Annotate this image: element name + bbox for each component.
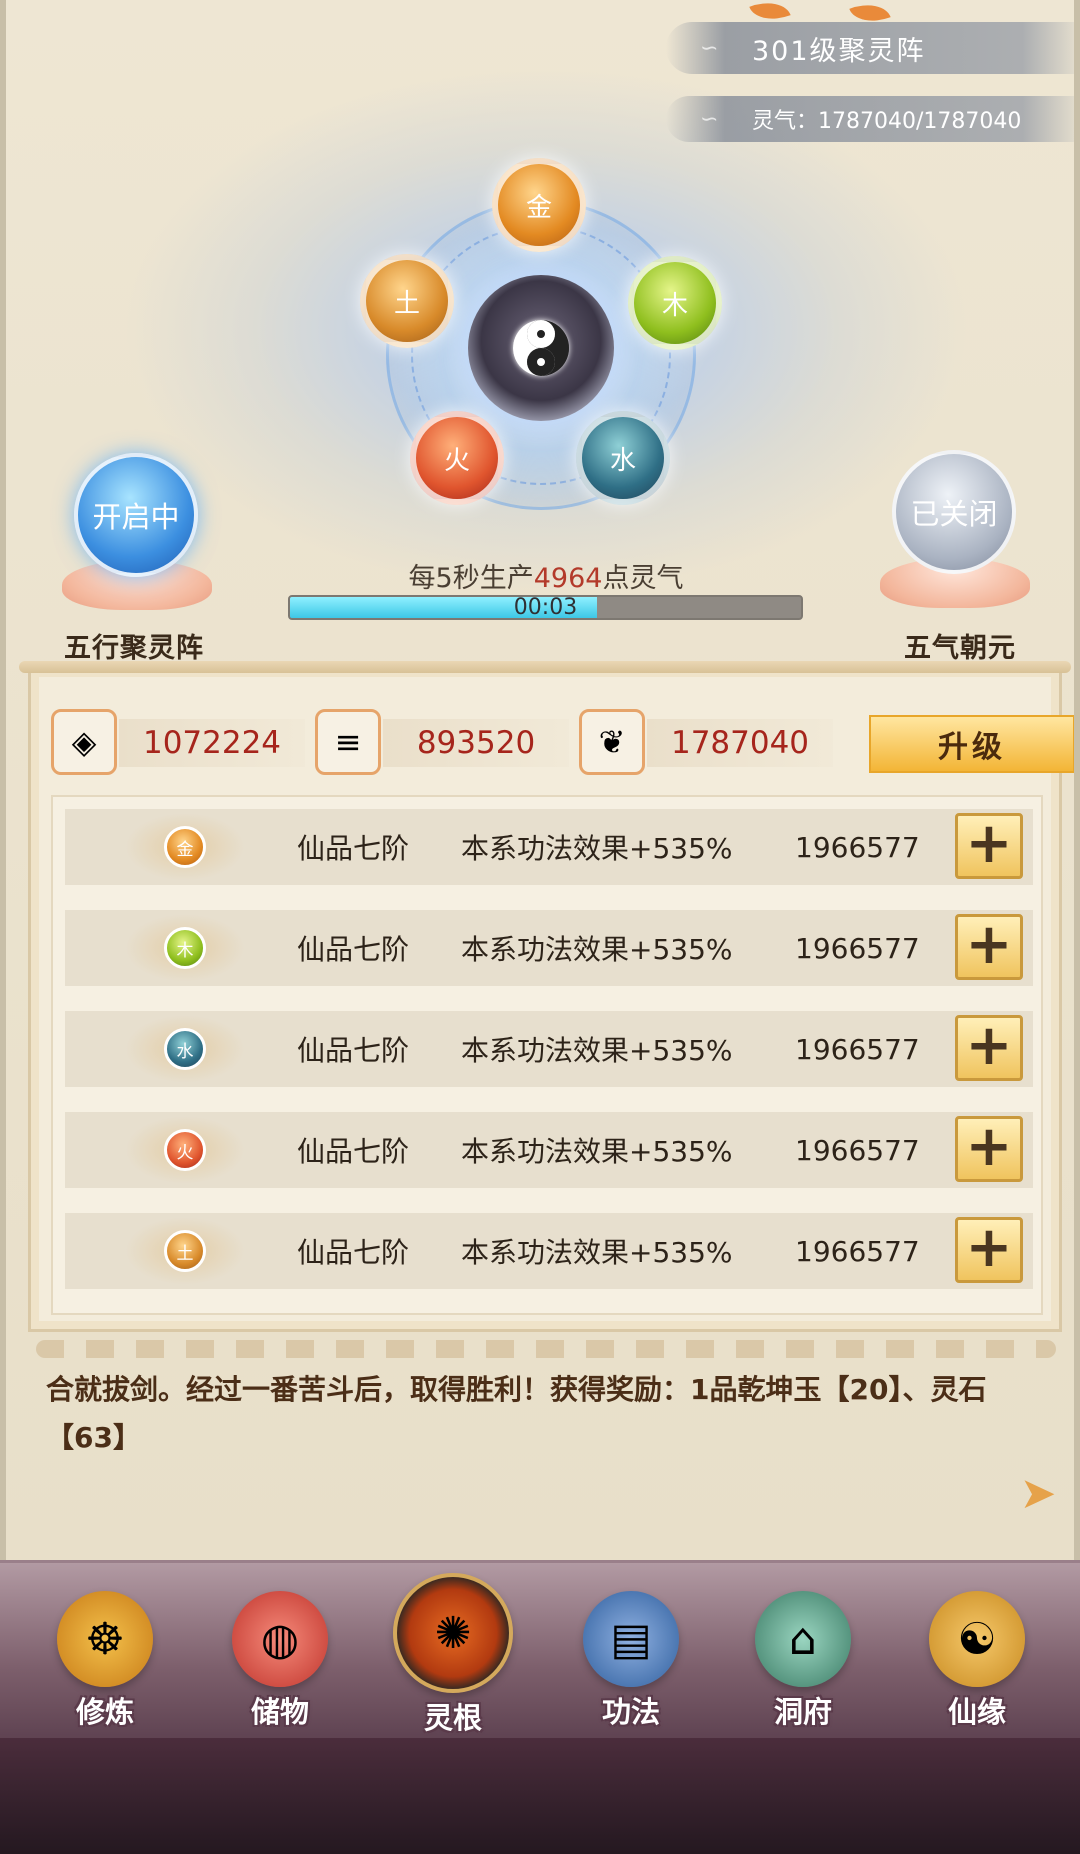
spirit-root-icon: ✺ <box>393 1573 513 1693</box>
nav-item-fate[interactable]: ☯ 仙缘 <box>912 1591 1042 1741</box>
wood-count: 893520 <box>383 719 569 767</box>
bottom-bar <box>0 1738 1080 1854</box>
gourd-icon: ☯ <box>929 1591 1025 1687</box>
row-value: 1966577 <box>795 931 920 965</box>
battle-log-text: 合就拔剑。经过一番苦斗后，取得胜利！获得奖励：1品乾坤玉【20】、灵石【63】 <box>46 1373 987 1454</box>
element-emblem: 木 <box>125 914 245 982</box>
element-emblem: 水 <box>125 1015 245 1083</box>
formation-level-banner: ∽ 301级聚灵阵 <box>666 22 1074 74</box>
herb-leaf-icon: ❦ <box>579 709 645 775</box>
scripture-book-icon: ▤ <box>583 1591 679 1687</box>
formation-scene: ∽ 301级聚灵阵 ∽ 灵气：1787040/1787040 金 木 土 火 水… <box>6 0 1074 670</box>
earth-element-icon: 土 <box>164 1230 206 1272</box>
formation-level-text: 301级聚灵阵 <box>752 35 926 67</box>
wood-logs-icon: ≡ <box>315 709 381 775</box>
add-gold-button[interactable]: + <box>955 813 1023 879</box>
row-effect: 本系功法效果+535% <box>461 1135 733 1168</box>
storage-bag-icon: ◍ <box>232 1591 328 1687</box>
list-item: 火 仙品七阶 本系功法效果+535% 1966577 + <box>65 1112 1033 1188</box>
main-frame: ∽ 301级聚灵阵 ∽ 灵气：1787040/1787040 金 木 土 火 水… <box>0 0 1080 1560</box>
ornamental-divider <box>36 1340 1056 1358</box>
add-fire-button[interactable]: + <box>955 1116 1023 1182</box>
spirit-stone-count: 1072224 <box>119 719 305 767</box>
earth-glyph: 土 <box>393 288 420 319</box>
add-earth-button[interactable]: + <box>955 1217 1023 1283</box>
wood-glyph: 木 <box>661 290 688 321</box>
element-emblem: 火 <box>125 1116 245 1184</box>
list-item: 木 仙品七阶 本系功法效果+535% 1966577 + <box>65 910 1033 986</box>
row-grade: 仙品七阶 <box>297 1034 410 1067</box>
nav-item-cultivate[interactable]: ☸ 修炼 <box>40 1591 170 1741</box>
nav-label: 灵根 <box>423 1701 482 1735</box>
row-value: 1966577 <box>795 830 920 864</box>
five-elements-formation-label: 五行聚灵阵 <box>64 633 204 664</box>
fire-element-icon: 火 <box>164 1129 206 1171</box>
row-effect: 本系功法效果+535% <box>461 1034 733 1067</box>
nav-label: 储物 <box>250 1695 309 1729</box>
gold-element-orb[interactable]: 金 <box>492 158 586 252</box>
resource-row: ◈ 1072224 ≡ 893520 ❦ 1787040 升级 <box>51 709 1074 779</box>
production-suffix: 点灵气 <box>602 563 684 594</box>
list-item: 金 仙品七阶 本系功法效果+535% 1966577 + <box>65 809 1033 885</box>
cloud-swirl-icon: ∽ <box>700 35 721 61</box>
nav-item-spirit-root[interactable]: ✺ 灵根 <box>388 1573 518 1741</box>
row-value: 1966577 <box>795 1032 920 1066</box>
wood-element-icon: 木 <box>164 927 206 969</box>
nav-item-storage[interactable]: ◍ 储物 <box>215 1591 345 1741</box>
add-water-button[interactable]: + <box>955 1015 1023 1081</box>
nav-label: 仙缘 <box>947 1695 1006 1729</box>
nav-item-cave-house[interactable]: ⌂ 洞府 <box>738 1591 868 1741</box>
cloud-swirl-icon: ∽ <box>700 106 719 132</box>
upgrade-button[interactable]: 升级 <box>869 715 1074 773</box>
water-glyph: 水 <box>609 445 636 476</box>
row-grade: 仙品七阶 <box>297 1135 410 1168</box>
row-grade: 仙品七阶 <box>297 1236 410 1269</box>
list-item: 土 仙品七阶 本系功法效果+535% 1966577 + <box>65 1213 1033 1289</box>
element-emblem: 金 <box>125 813 245 881</box>
add-wood-button[interactable]: + <box>955 914 1023 980</box>
row-grade: 仙品七阶 <box>297 933 410 966</box>
list-item: 水 仙品七阶 本系功法效果+535% 1966577 + <box>65 1011 1033 1087</box>
spirit-root-panel: ◈ 1072224 ≡ 893520 ❦ 1787040 升级 金 仙品七阶 本… <box>19 661 1074 1332</box>
qi-capacity-text: 灵气：1787040/1787040 <box>752 109 1022 134</box>
herb-count: 1787040 <box>647 719 833 767</box>
water-element-orb[interactable]: 水 <box>576 411 670 505</box>
qi-capacity-banner: ∽ 灵气：1787040/1787040 <box>666 96 1074 142</box>
progress-timer: 00:03 <box>513 595 578 620</box>
bottom-nav: ☸ 修炼 ◍ 储物 ✺ 灵根 ▤ 功法 ⌂ 洞府 ☯ 仙缘 <box>0 1560 1080 1738</box>
production-progress-bar: 00:03 <box>288 595 803 620</box>
gold-glyph: 金 <box>525 192 552 223</box>
wood-element-orb[interactable]: 木 <box>628 256 722 350</box>
fire-element-orb[interactable]: 火 <box>410 411 504 505</box>
nav-label: 洞府 <box>773 1695 832 1729</box>
element-emblem: 土 <box>125 1217 245 1285</box>
row-effect: 本系功法效果+535% <box>461 1236 733 1269</box>
element-list: 金 仙品七阶 本系功法效果+535% 1966577 + 木 仙品七阶 本系功法… <box>51 795 1043 1315</box>
earth-element-orb[interactable]: 土 <box>360 254 454 348</box>
spirit-stone-icon: ◈ <box>51 709 117 775</box>
yinyang-orb[interactable] <box>468 275 614 421</box>
nav-label: 功法 <box>601 1695 660 1729</box>
row-grade: 仙品七阶 <box>297 832 410 865</box>
fire-glyph: 火 <box>443 445 470 476</box>
row-effect: 本系功法效果+535% <box>461 832 733 865</box>
yinyang-icon <box>513 320 569 376</box>
cave-house-icon: ⌂ <box>755 1591 851 1687</box>
nav-item-techniques[interactable]: ▤ 功法 <box>566 1591 696 1741</box>
toggle-state-text: 已关闭 <box>910 497 998 531</box>
gold-element-icon: 金 <box>164 826 206 868</box>
production-amount: 4964 <box>533 563 603 594</box>
production-rate: 每5秒生产4964点灵气 <box>6 556 1074 595</box>
row-value: 1966577 <box>795 1234 920 1268</box>
row-effect: 本系功法效果+535% <box>461 933 733 966</box>
meditation-icon: ☸ <box>57 1591 153 1687</box>
nav-label: 修炼 <box>75 1695 134 1729</box>
toggle-state-text: 开启中 <box>92 500 180 534</box>
row-value: 1966577 <box>795 1133 920 1167</box>
five-qi-label: 五气朝元 <box>904 633 1016 664</box>
water-element-icon: 水 <box>164 1028 206 1070</box>
production-prefix: 每5秒生产 <box>408 563 534 594</box>
next-arrow-icon[interactable]: ➤ <box>1014 1470 1062 1518</box>
